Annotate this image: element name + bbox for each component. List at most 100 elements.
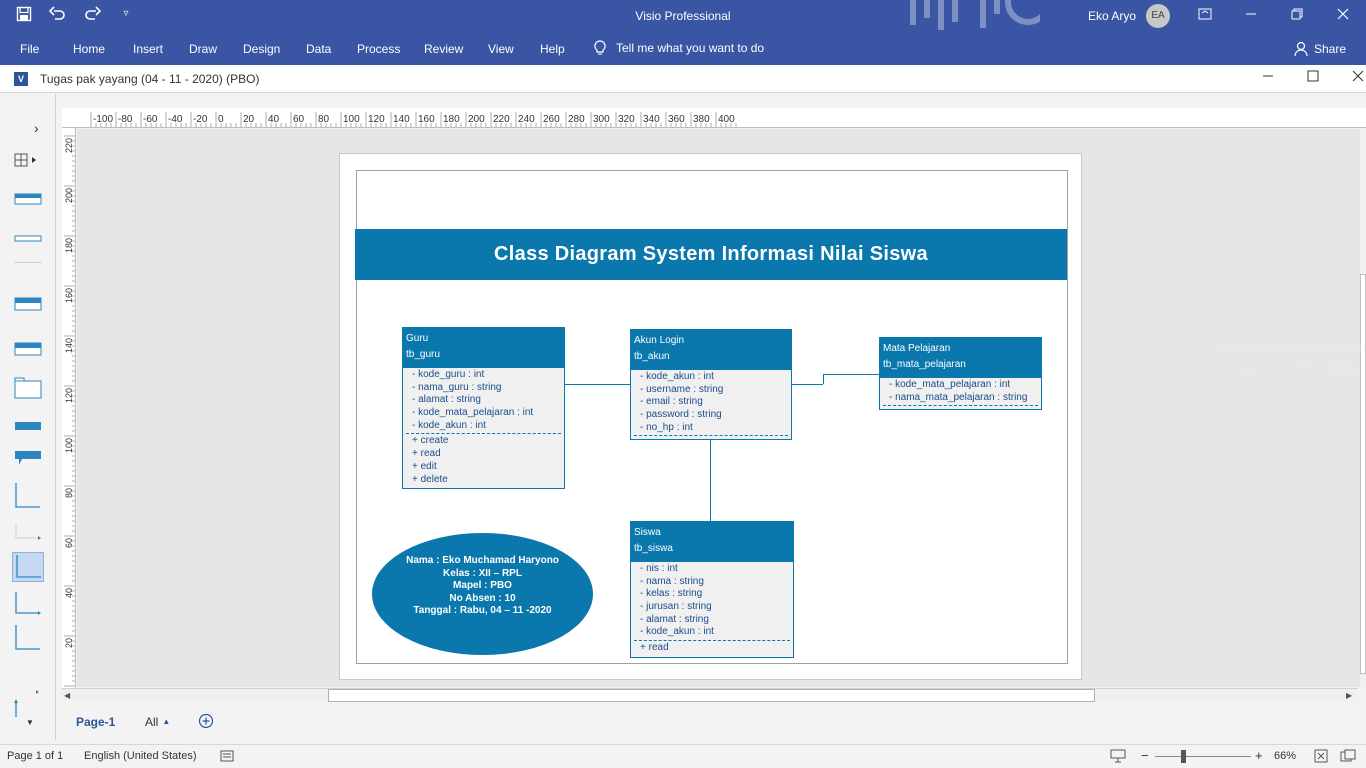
ruler-label: 140	[393, 114, 410, 125]
battery-label: BATTERY	[1219, 345, 1256, 354]
avatar[interactable]: EA	[1146, 4, 1170, 28]
tab-data[interactable]: Data	[306, 42, 331, 56]
class-mata-pelajaran[interactable]: Mata Pelajaran tb_mata_pelajaran - kode_…	[879, 337, 1042, 410]
diagram-title[interactable]: Class Diagram System Informasi Nilai Sis…	[355, 229, 1067, 280]
presentation-mode-icon[interactable]	[1110, 749, 1126, 766]
scroll-right-icon[interactable]: ▶	[1346, 691, 1352, 700]
tab-insert[interactable]: Insert	[133, 42, 163, 56]
class-attribute: - username : string	[640, 383, 724, 395]
class-shape-icon[interactable]	[14, 192, 42, 210]
arrow-shape-icon[interactable]	[14, 522, 42, 547]
horizontal-scroll-thumb[interactable]	[328, 689, 1095, 702]
class-guru-header: Guru tb_guru	[403, 328, 564, 368]
doc-close-icon[interactable]	[1348, 69, 1366, 85]
restore-icon[interactable]	[1287, 7, 1307, 23]
status-bar: Page 1 of 1 English (United States) − + …	[0, 744, 1366, 768]
switch-windows-icon[interactable]	[1340, 749, 1356, 766]
page-indicator[interactable]: Page 1 of 1	[7, 750, 63, 762]
class-attribute: - kode_mata_pelajaran : int	[412, 407, 534, 419]
ruler-label: 100	[64, 438, 74, 453]
minimize-icon[interactable]	[1241, 7, 1261, 23]
tab-help[interactable]: Help	[540, 42, 565, 56]
shapes-pane: › ▼	[0, 94, 56, 740]
share-button[interactable]: Share	[1294, 41, 1346, 57]
vertical-scrollbar[interactable]	[1360, 129, 1366, 687]
tab-design[interactable]: Design	[243, 42, 280, 56]
add-page-icon[interactable]	[198, 713, 214, 732]
ruler-label: 200	[64, 188, 74, 203]
note-shape-icon[interactable]	[14, 450, 42, 471]
zoom-slider[interactable]	[1155, 756, 1251, 757]
close-icon[interactable]	[1333, 7, 1353, 23]
association-shape-icon[interactable]	[14, 591, 42, 622]
connector-shape-icon[interactable]	[14, 482, 42, 515]
dependency-shape-icon[interactable]	[14, 624, 42, 657]
class-attribute: - alamat : string	[412, 394, 481, 406]
more-shapes-icon[interactable]	[14, 152, 42, 173]
vertical-ruler: 220200180160140120100806040200	[62, 128, 76, 688]
class-siswa-header: Siswa tb_siswa	[631, 522, 793, 562]
class-mapel-table: tb_mata_pelajaran	[883, 359, 966, 370]
tab-home[interactable]: Home	[73, 42, 105, 56]
language-indicator[interactable]: English (United States)	[84, 750, 197, 762]
class-siswa[interactable]: Siswa tb_siswa - nis : int - nama : stri…	[630, 521, 794, 658]
tab-page-1[interactable]: Page-1	[76, 715, 115, 729]
tab-file[interactable]: File	[20, 42, 39, 56]
class-attribute: - kode_akun : int	[640, 626, 714, 638]
connector-akun-mapel-b[interactable]	[823, 374, 824, 384]
connector-akun-mapel-a[interactable]	[791, 384, 823, 385]
connector-guru-akun[interactable]	[565, 384, 630, 385]
enumeration-shape-icon[interactable]	[14, 297, 42, 316]
ribbon-display-icon[interactable]	[1195, 7, 1215, 23]
ruler-label: 180	[443, 114, 460, 125]
horizontal-scrollbar[interactable]: ◀ ▶	[62, 688, 1358, 702]
tab-view[interactable]: View	[488, 42, 514, 56]
zoom-slider-thumb[interactable]	[1181, 750, 1186, 763]
info-nama: Nama : Eko Muchamad Haryono	[406, 555, 559, 566]
fit-page-icon[interactable]	[1314, 749, 1328, 766]
doc-maximize-icon[interactable]	[1303, 69, 1323, 85]
data-type-shape-icon[interactable]	[14, 342, 42, 361]
class-attribute: - nama : string	[640, 575, 704, 587]
tab-review[interactable]: Review	[424, 42, 463, 56]
ruler-label: 40	[64, 588, 74, 598]
share-label: Share	[1314, 42, 1347, 56]
zoom-in-icon[interactable]: +	[1255, 748, 1263, 763]
vertical-scroll-thumb[interactable]	[1360, 274, 1366, 674]
scroll-left-icon[interactable]: ◀	[64, 691, 70, 700]
expand-shapes-icon[interactable]: ›	[34, 120, 62, 136]
zoom-level[interactable]: 66%	[1274, 750, 1296, 762]
class-divider	[406, 433, 561, 435]
ruler-label: 80	[64, 488, 74, 498]
scroll-down-icon[interactable]: ▼	[26, 718, 54, 727]
page-tabs-bar: Page-1 All ▲	[62, 706, 1366, 738]
user-name[interactable]: Eko Aryo	[1088, 9, 1136, 23]
all-pages-button[interactable]: All ▲	[145, 715, 170, 729]
ruler-label: 380	[693, 114, 710, 125]
class-akun-login[interactable]: Akun Login tb_akun - kode_akun : int - u…	[630, 329, 792, 440]
ruler-label: -60	[143, 114, 158, 125]
class-guru[interactable]: Guru tb_guru - kode_guru : int - nama_gu…	[402, 327, 565, 489]
tell-me-label: Tell me what you want to do	[616, 41, 765, 55]
class-mapel-name: Mata Pelajaran	[883, 343, 951, 354]
battery-line	[1282, 349, 1362, 350]
macro-record-icon[interactable]	[220, 749, 234, 766]
battery-bar	[1262, 347, 1282, 352]
interface-shape-icon[interactable]	[14, 230, 42, 248]
tab-draw[interactable]: Draw	[189, 42, 217, 56]
tell-me-search[interactable]: Tell me what you want to do	[594, 40, 764, 56]
student-info-ellipse[interactable]: Nama : Eko Muchamad Haryono Kelas : XII …	[372, 533, 593, 655]
tab-process[interactable]: Process	[357, 42, 400, 56]
connector-akun-mapel-c[interactable]	[823, 374, 879, 375]
class-method: + delete	[412, 473, 448, 485]
drawing-canvas[interactable]: Class Diagram System Informasi Nilai Sis…	[77, 129, 1360, 687]
zoom-out-icon[interactable]: −	[1141, 748, 1149, 763]
selected-connector-shape[interactable]	[12, 552, 44, 582]
class-method: + edit	[412, 460, 437, 472]
doc-minimize-icon[interactable]	[1258, 69, 1278, 85]
ruler-label: 0	[218, 114, 224, 125]
box-shape-icon[interactable]	[14, 418, 42, 436]
package-shape-icon[interactable]	[14, 377, 42, 404]
connector-akun-siswa[interactable]	[710, 440, 711, 521]
ruler-label: 180	[64, 238, 74, 253]
